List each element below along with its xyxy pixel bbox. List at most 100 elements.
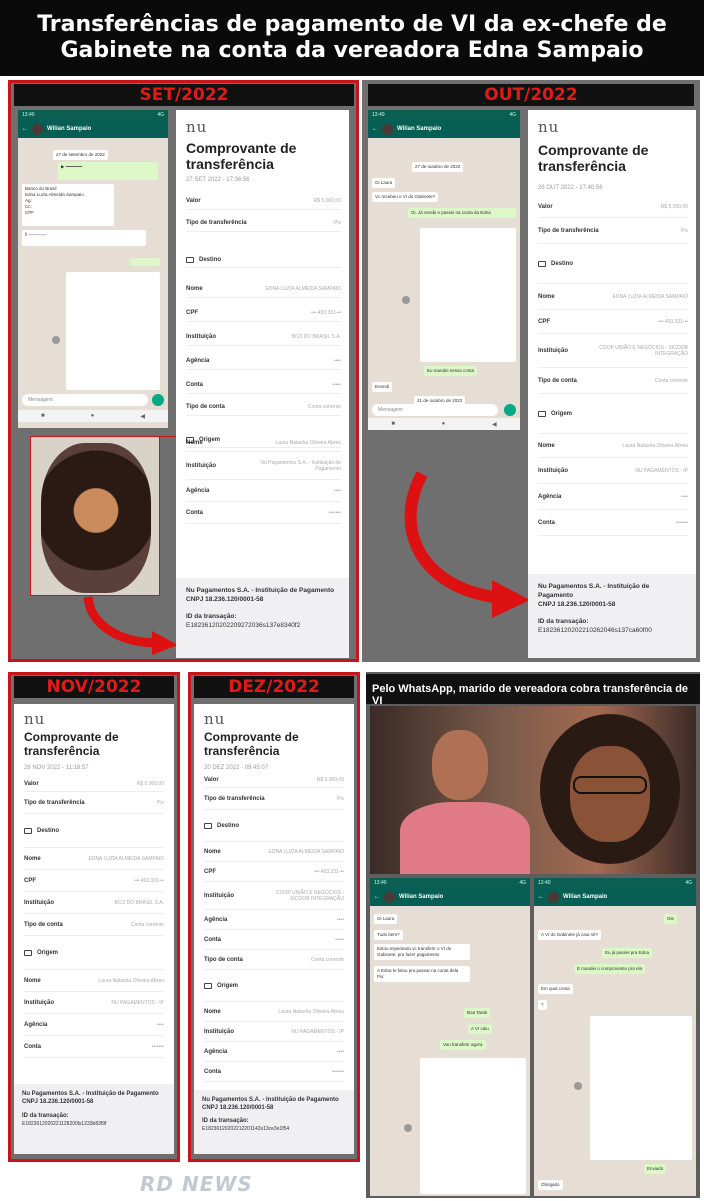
recents-icon[interactable]: ■: [391, 421, 395, 427]
nubank-logo: nu: [24, 710, 46, 728]
receipt-thumbnail[interactable]: [66, 272, 160, 390]
receipt-title: Comprovante de transferência: [538, 142, 649, 174]
forward-icon[interactable]: [404, 1124, 412, 1132]
chat-bubble: A VI caiu: [468, 1024, 492, 1034]
chat-bubble: Eu mandei nessa conta: [424, 366, 478, 376]
chat-bubble: Oi Laura: [374, 914, 398, 924]
red-arrow: [83, 596, 178, 655]
section-origem: Origem: [538, 394, 688, 434]
recents-icon[interactable]: ■: [41, 413, 45, 419]
origin-icon: [24, 949, 32, 956]
mic-icon[interactable]: [504, 404, 516, 416]
chat-bubble: [130, 258, 160, 266]
date-chip: 27 de setembro de 2022: [53, 150, 108, 160]
destination-icon: [538, 260, 546, 267]
chat-bubble: Banco do Brasil Edna Luzia Almeida Sampa…: [22, 184, 114, 226]
whatsapp-caption: Pelo WhatsApp, marido de vereadora cobra…: [366, 674, 700, 707]
voice-message[interactable]: ‖ ◦◦◦◦◦◦◦◦◦◦◦◦: [22, 230, 146, 246]
nubank-logo: nu: [538, 118, 560, 136]
receipt-title: Comprovante de transferência: [186, 140, 297, 172]
forward-icon[interactable]: [402, 296, 410, 304]
receipt-thumbnail[interactable]: [420, 1058, 526, 1194]
wa-header: ← Wilian Sampaio: [18, 120, 168, 138]
receipt-date: 26 OUT 2022 - 17:40:56: [538, 185, 603, 191]
message-input[interactable]: Mensagem: [372, 404, 498, 416]
back-arrow-icon[interactable]: ←: [22, 126, 28, 132]
receipt-thumbnail[interactable]: [420, 228, 516, 362]
mic-icon[interactable]: [152, 394, 164, 406]
destination-icon: [186, 256, 194, 263]
chat-bubble: Estou esperando vc transferir o VI do Ga…: [374, 944, 470, 960]
wa-phone-right: 13:40 4G ← Wilian Sampaio Oie A VI do Gab…: [534, 878, 696, 1196]
origin-icon: [204, 982, 212, 989]
headline-line-1: Transferências de pagamento de VI da ex-…: [37, 12, 667, 37]
transaction-id: E18236120202209272036s137e8340f2: [186, 622, 301, 629]
portrait: [41, 443, 151, 593]
receipt-footer-nov: Nu Pagamentos S.A. - Instituição de Paga…: [14, 1084, 174, 1154]
chat-bubble: Obrigado: [538, 1180, 563, 1190]
destination-icon: [24, 827, 32, 834]
message-input[interactable]: Mensagem: [22, 394, 148, 406]
origin-icon: [538, 410, 546, 417]
section-destino: Destino: [204, 810, 344, 842]
transaction-id: E1823612020221128200ls1233b83f9f: [22, 1121, 107, 1127]
chat-bubble: A VI do Gabinete já caiu né?: [538, 930, 602, 940]
contact-name: Wilian Sampaio: [563, 894, 608, 900]
photo-woman: [30, 436, 160, 596]
back-arrow-icon[interactable]: ←: [372, 126, 378, 132]
month-dez: DEZ/2022: [194, 676, 354, 698]
avatar: [32, 123, 43, 135]
month-nov: NOV/2022: [14, 676, 174, 698]
chat-bubble: Oi Laura: [372, 178, 396, 188]
destination-icon: [204, 822, 212, 829]
receipt-date: 27 SET 2022 - 17:36:56: [186, 177, 250, 183]
forward-icon[interactable]: [52, 336, 60, 344]
back-icon[interactable]: ◀: [140, 413, 145, 420]
receipt-footer-dez: Nu Pagamentos S.A. - Instituição de Paga…: [194, 1090, 354, 1154]
nubank-logo: nu: [186, 118, 208, 136]
home-icon[interactable]: ●: [91, 413, 95, 419]
chat-bubble: ▶ ━━━━━━: [58, 162, 158, 180]
section-destino: Destino: [186, 252, 341, 268]
month-set: SET/2022: [14, 84, 354, 106]
contact-name: Wilian Sampaio: [399, 894, 444, 900]
forward-icon[interactable]: [574, 1082, 582, 1090]
home-icon[interactable]: ●: [442, 421, 446, 427]
android-nav-bar: ■ ● ◀: [18, 410, 168, 422]
receipt-set: nu Comprovante de transferência 27 SET 2…: [176, 110, 349, 658]
man-shirt: [400, 802, 530, 874]
receipt-title: Comprovante de transferência: [24, 730, 119, 758]
avatar: [382, 123, 393, 135]
chat-bubble: E mandei o comprovante pra ela: [574, 964, 646, 974]
section-origem: Origem: [24, 936, 164, 970]
woman-face: [570, 746, 650, 842]
chat-bubble: Vou transferir agora: [440, 1040, 486, 1050]
back-icon[interactable]: ◀: [492, 421, 497, 428]
avatar: [384, 891, 395, 903]
red-arrow: [404, 471, 530, 618]
man-face: [432, 730, 488, 800]
chat-bubble: Oie: [664, 914, 678, 924]
nubank-logo: nu: [204, 710, 226, 728]
wa-header: ← Wilian Sampaio: [370, 888, 530, 906]
back-arrow-icon[interactable]: ←: [374, 894, 380, 900]
headline: Transferências de pagamento de VI da ex-…: [0, 0, 704, 76]
receipt-footer-set: Nu Pagamentos S.A. - Instituição de Paga…: [176, 578, 349, 658]
android-nav-bar: ■ ● ◀: [368, 418, 520, 430]
back-arrow-icon[interactable]: ←: [538, 894, 544, 900]
chat-bubble: ?: [538, 1000, 547, 1010]
chat-bubble: A Edna te falou pra passar na conta dela…: [374, 966, 470, 982]
receipt-thumbnail[interactable]: [590, 1016, 692, 1160]
contact-name: Wilian Sampaio: [397, 126, 442, 132]
wa-phone-out: 13:40 4G ← Wilian Sampaio 27 de outubro d…: [368, 110, 520, 430]
headline-line-2: Gabinete na conta da vereadora Edna Samp…: [60, 38, 644, 63]
receipt-footer-out: Nu Pagamentos S.A. - Instituição de Paga…: [528, 574, 696, 658]
section-origem: Origem: [204, 970, 344, 1002]
photo-couple: [370, 706, 696, 874]
transaction-id: E18236120202210262046s137ca60f00: [538, 627, 652, 634]
chat-bubble: Enviado: [644, 1164, 667, 1174]
wa-header: ← Wilian Sampaio: [534, 888, 696, 906]
section-destino: Destino: [538, 244, 688, 284]
chat-bubble: Vc recebeu o VI do Gabinete?: [372, 192, 439, 202]
section-destino: Destino: [24, 814, 164, 848]
